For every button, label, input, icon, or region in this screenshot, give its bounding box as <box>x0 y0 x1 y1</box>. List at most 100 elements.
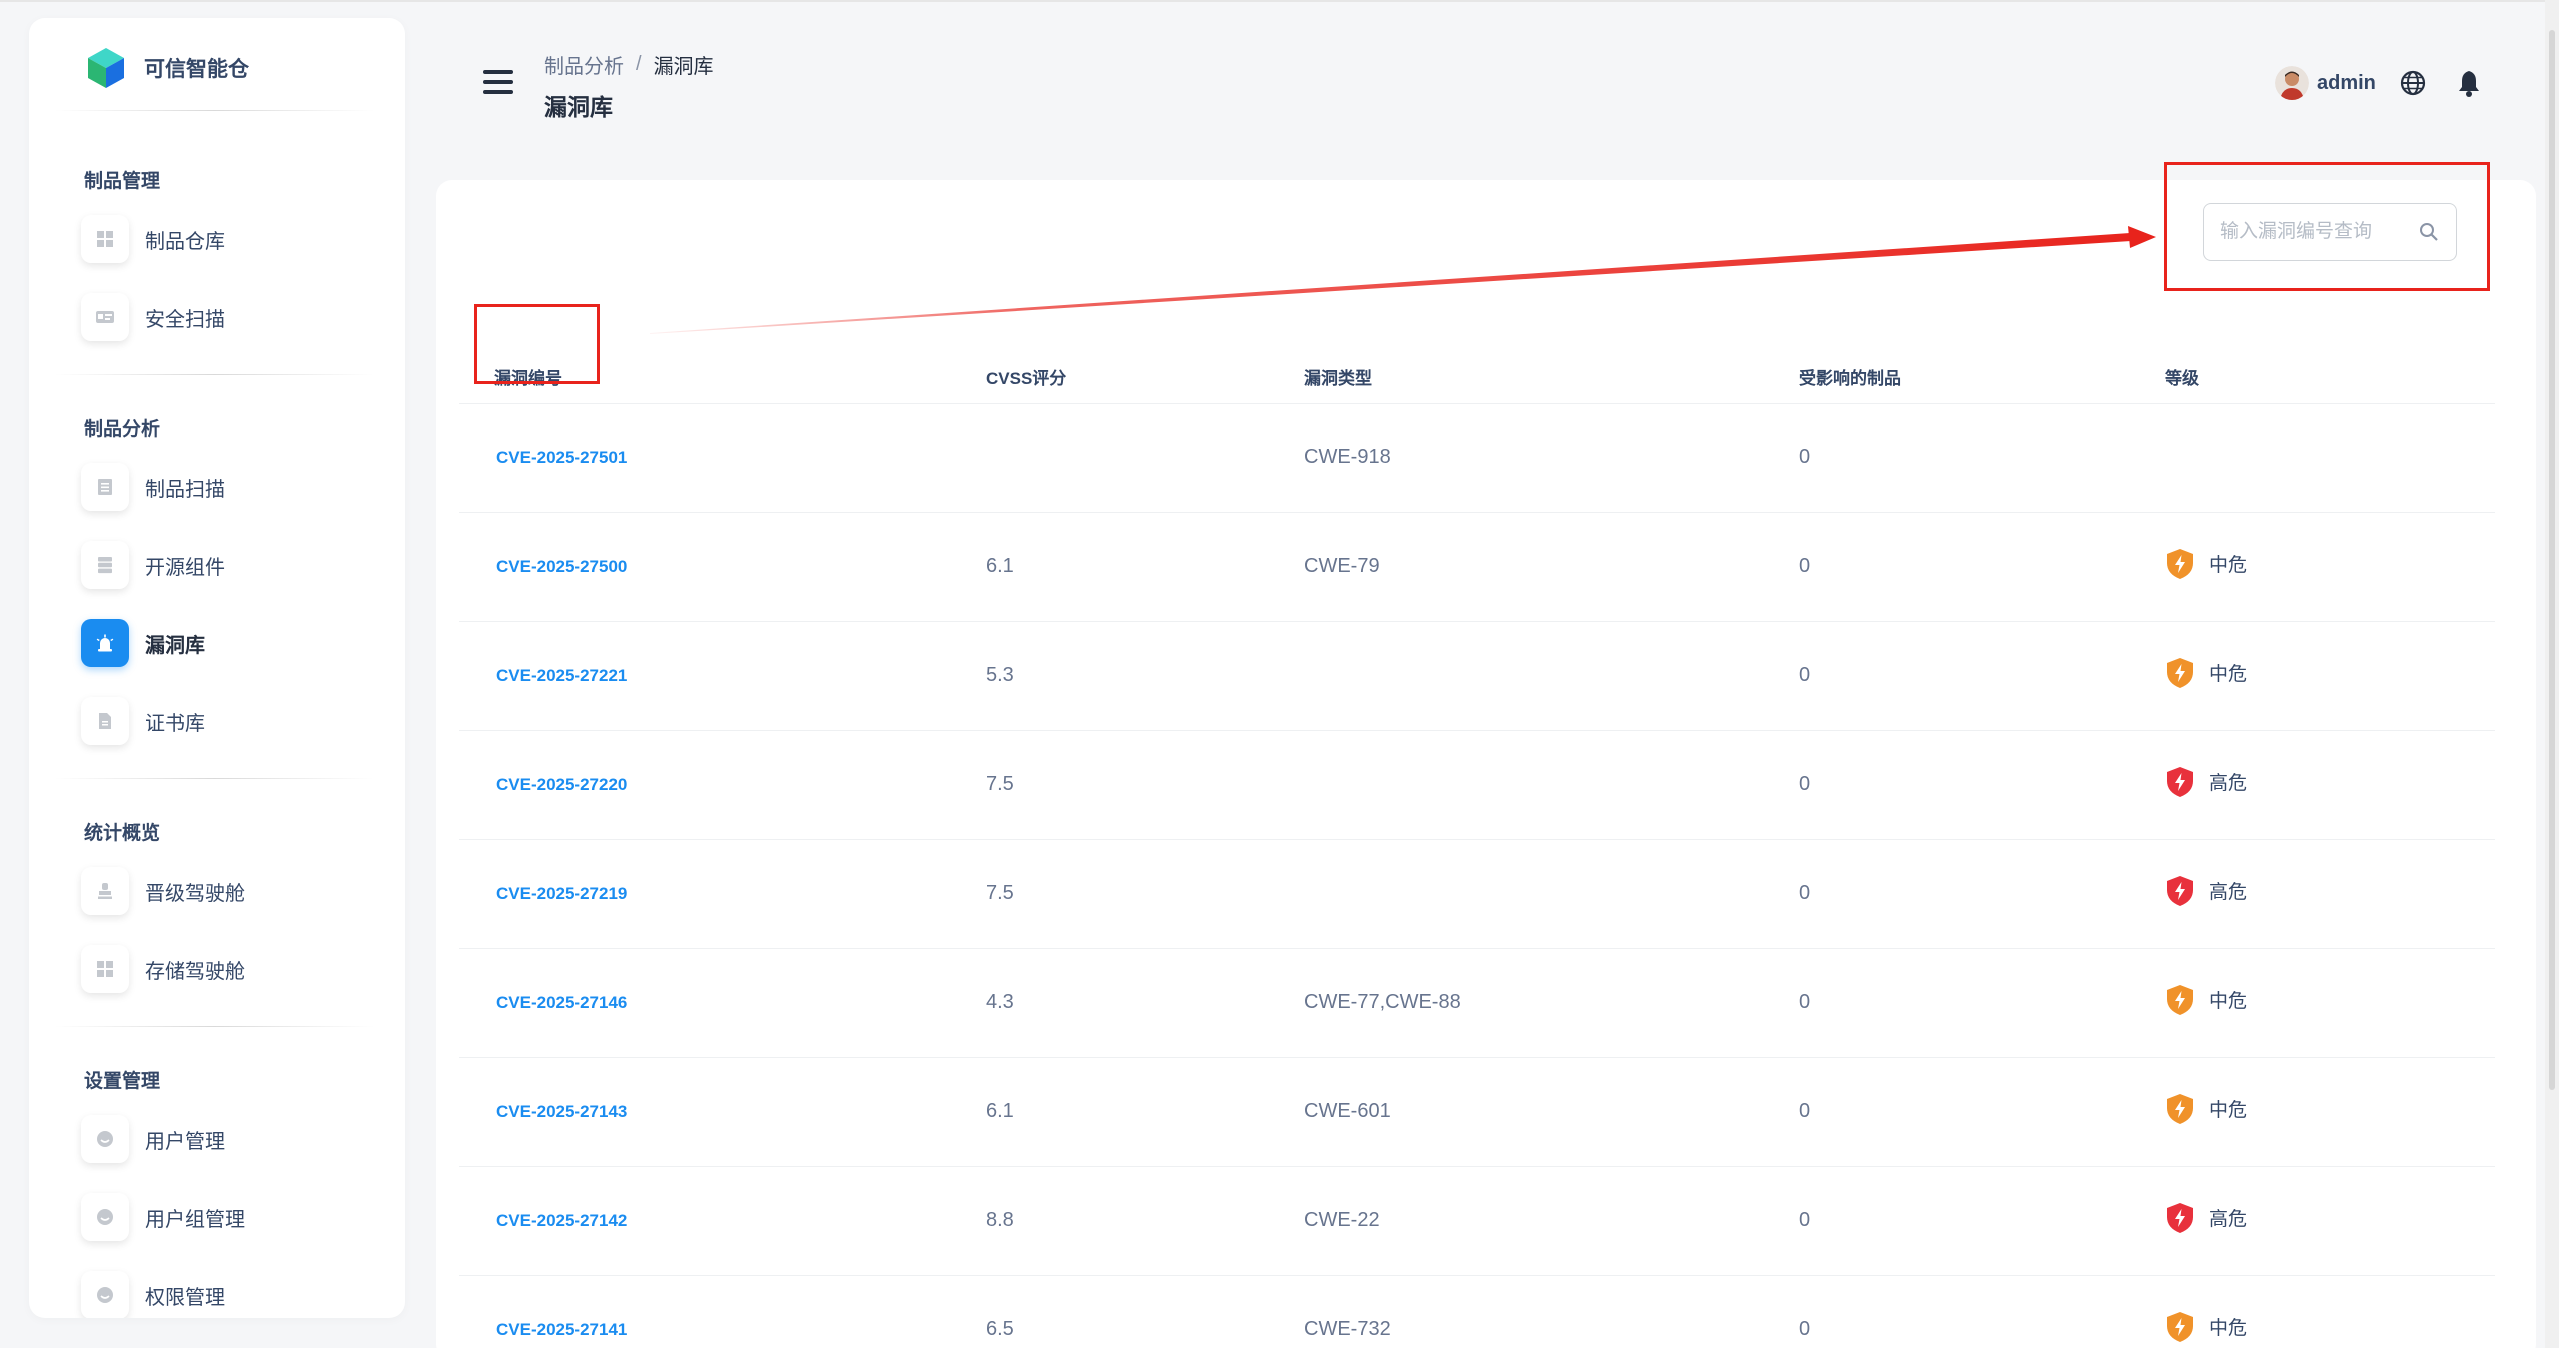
vuln-id-link[interactable]: CVE-2025-27146 <box>496 993 627 1012</box>
vulnerability-table: 漏洞编号 CVSS评分 漏洞类型 受影响的制品 等级 CVE-2025-2750… <box>459 300 2495 1348</box>
severity-label: 中危 <box>2209 1318 2248 1339</box>
sidebar-item-label: 开源组件 <box>145 556 225 579</box>
sidebar-item-promotion-cockpit[interactable]: 晋级驾驶舱 <box>81 867 381 915</box>
cell-vuln-id: CVE-2025-27146 <box>459 948 986 1058</box>
table-row[interactable]: CVE-2025-27142 8.8 CWE-22 0 高危 <box>459 1166 2495 1276</box>
breadcrumb-current: 漏洞库 <box>653 56 714 78</box>
table-row[interactable]: CVE-2025-27220 7.5 0 高危 <box>459 730 2495 840</box>
scrollbar-thumb[interactable] <box>2549 30 2555 1090</box>
severity-label: 高危 <box>2209 882 2248 903</box>
cell-vuln-type: CWE-918 <box>1304 403 1799 513</box>
severity-badge: 中危 <box>2165 1093 2247 1125</box>
menu-toggle-icon[interactable] <box>483 70 513 96</box>
cell-level: 中危 <box>2165 512 2495 622</box>
server-icon <box>81 541 129 589</box>
severity-shield-icon <box>2167 548 2193 579</box>
cell-vuln-id: CVE-2025-27141 <box>459 1275 986 1348</box>
face-icon <box>81 1193 129 1241</box>
cell-vuln-id: CVE-2025-27142 <box>459 1166 986 1276</box>
sidebar-item-label: 用户管理 <box>145 1130 225 1153</box>
severity-badge: 高危 <box>2165 875 2247 907</box>
cell-level: 中危 <box>2165 621 2495 731</box>
cell-cvss: 6.1 <box>986 512 1304 622</box>
cell-vuln-type <box>1304 839 1799 949</box>
table-row[interactable]: CVE-2025-27500 6.1 CWE-79 0 中危 <box>459 512 2495 622</box>
table-row[interactable]: CVE-2025-27501 CWE-918 0 <box>459 403 2495 513</box>
table-row[interactable]: CVE-2025-27219 7.5 0 高危 <box>459 839 2495 949</box>
vuln-id-link[interactable]: CVE-2025-27500 <box>496 557 627 576</box>
brand-logo-icon <box>88 48 124 88</box>
table-row[interactable]: CVE-2025-27143 6.1 CWE-601 0 中危 <box>459 1057 2495 1167</box>
sidebar-item-permission-management[interactable]: 权限管理 <box>81 1271 381 1318</box>
severity-label: 高危 <box>2209 773 2248 794</box>
breadcrumb-parent[interactable]: 制品分析 <box>544 50 624 79</box>
column-header-level[interactable]: 等级 <box>2165 300 2495 404</box>
id-card-icon <box>81 293 129 341</box>
vuln-id-link[interactable]: CVE-2025-27220 <box>496 775 627 794</box>
user-menu[interactable]: admin <box>2275 66 2376 100</box>
sidebar-item-storage-cockpit[interactable]: 存储驾驶舱 <box>81 945 381 993</box>
column-header-cvss[interactable]: CVSS评分 <box>986 300 1304 404</box>
severity-label: 中危 <box>2209 991 2248 1012</box>
cell-affected-artifacts: 0 <box>1799 839 2165 949</box>
cell-cvss: 6.1 <box>986 1057 1304 1167</box>
breadcrumb: 制品分析 / 漏洞库 <box>544 50 714 79</box>
table-row[interactable]: CVE-2025-27141 6.5 CWE-732 0 中危 <box>459 1275 2495 1348</box>
severity-shield-icon <box>2167 984 2193 1015</box>
table-row[interactable]: CVE-2025-27221 5.3 0 中危 <box>459 621 2495 731</box>
vuln-id-link[interactable]: CVE-2025-27221 <box>496 666 627 685</box>
alarm-light-icon <box>81 619 129 667</box>
sidebar-divider <box>54 374 374 375</box>
cell-level <box>2165 403 2495 513</box>
sidebar-item-label: 存储驾驶舱 <box>145 960 245 983</box>
sidebar-item-artifact-repository[interactable]: 制品仓库 <box>81 215 381 263</box>
vuln-id-link[interactable]: CVE-2025-27141 <box>496 1320 627 1339</box>
cell-level: 中危 <box>2165 1057 2495 1167</box>
severity-shield-icon <box>2167 766 2193 797</box>
sidebar-section-settings: 设置管理 <box>84 1071 161 1092</box>
severity-label: 高危 <box>2209 1209 2248 1230</box>
sidebar-divider <box>54 778 374 779</box>
sidebar-item-security-scan[interactable]: 安全扫描 <box>81 293 381 341</box>
sidebar-item-open-source-components[interactable]: 开源组件 <box>81 541 381 589</box>
sidebar-item-vulnerability-db[interactable]: 漏洞库 <box>81 619 381 667</box>
cell-affected-artifacts: 0 <box>1799 1057 2165 1167</box>
cell-cvss <box>986 403 1304 513</box>
sidebar-item-label: 证书库 <box>145 712 205 735</box>
severity-shield-icon <box>2167 657 2193 688</box>
vuln-id-link[interactable]: CVE-2025-27142 <box>496 1211 627 1230</box>
cell-cvss: 7.5 <box>986 730 1304 840</box>
grid-icon <box>81 945 129 993</box>
sidebar-item-label: 权限管理 <box>145 1286 225 1309</box>
column-header-affected-artifacts[interactable]: 受影响的制品 <box>1799 300 2165 404</box>
table-row[interactable]: CVE-2025-27146 4.3 CWE-77,CWE-88 0 中危 <box>459 948 2495 1058</box>
sidebar-item-user-group-management[interactable]: 用户组管理 <box>81 1193 381 1241</box>
brand[interactable]: 可信智能仓 <box>84 36 249 100</box>
sidebar-section-artifact-management: 制品管理 <box>84 171 161 192</box>
severity-label: 中危 <box>2209 555 2248 576</box>
vuln-id-link[interactable]: CVE-2025-27501 <box>496 448 627 467</box>
globe-icon[interactable] <box>2398 68 2428 98</box>
cell-affected-artifacts: 0 <box>1799 512 2165 622</box>
cell-level: 高危 <box>2165 1166 2495 1276</box>
severity-shield-icon <box>2167 1093 2193 1124</box>
sidebar-item-certificate-db[interactable]: 证书库 <box>81 697 381 745</box>
sidebar: 可信智能仓 制品管理 制品仓库 安全扫描 制品分析 制品扫描 开源组件 漏洞库 <box>29 18 405 1318</box>
bell-icon[interactable] <box>2455 68 2483 98</box>
cell-cvss: 6.5 <box>986 1275 1304 1348</box>
vuln-id-link[interactable]: CVE-2025-27219 <box>496 884 627 903</box>
vuln-id-link[interactable]: CVE-2025-27143 <box>496 1102 627 1121</box>
severity-badge: 中危 <box>2165 1311 2247 1343</box>
cell-affected-artifacts: 0 <box>1799 730 2165 840</box>
severity-badge: 中危 <box>2165 548 2247 580</box>
cell-vuln-id: CVE-2025-27221 <box>459 621 986 731</box>
column-header-vuln-type[interactable]: 漏洞类型 <box>1304 300 1799 404</box>
cell-vuln-id: CVE-2025-27500 <box>459 512 986 622</box>
sidebar-item-user-management[interactable]: 用户管理 <box>81 1115 381 1163</box>
sidebar-divider <box>54 1026 374 1027</box>
sidebar-item-artifact-scan[interactable]: 制品扫描 <box>81 463 381 511</box>
cell-level: 中危 <box>2165 948 2495 1058</box>
annotation-box-search <box>2164 162 2490 291</box>
cell-vuln-type <box>1304 730 1799 840</box>
cell-affected-artifacts: 0 <box>1799 1275 2165 1348</box>
